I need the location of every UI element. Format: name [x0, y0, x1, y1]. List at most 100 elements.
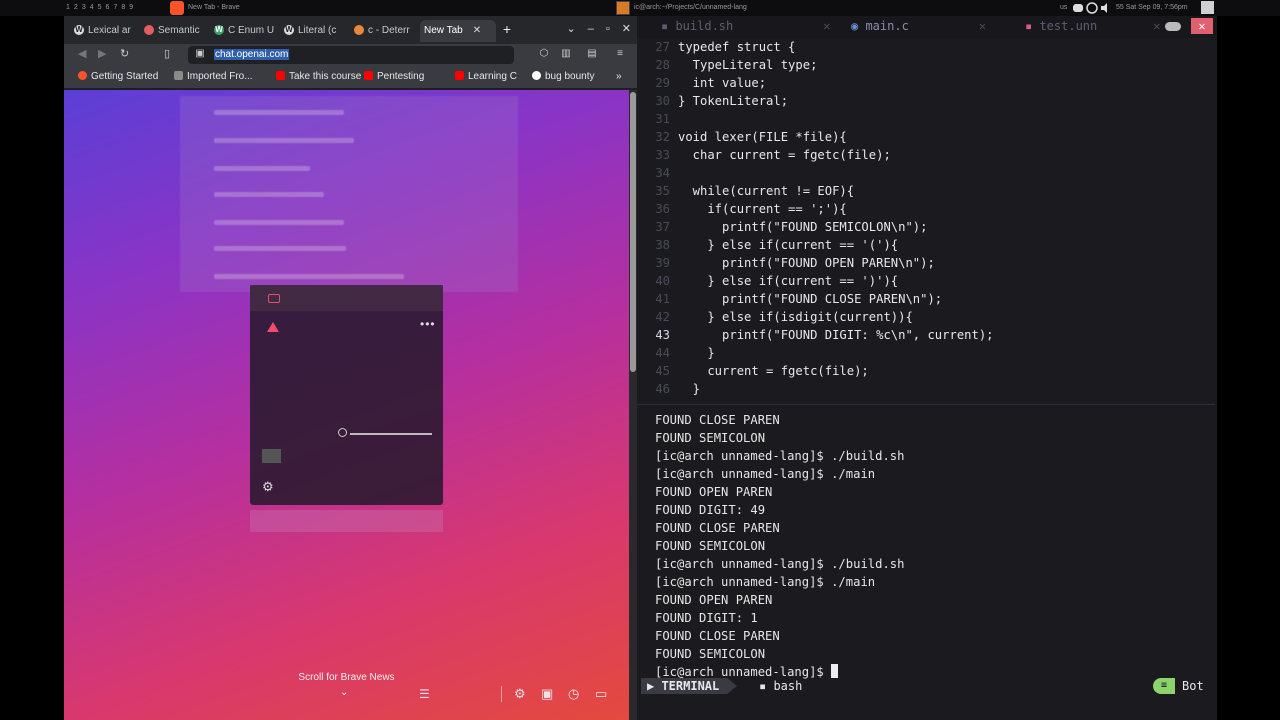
close-tab-icon[interactable]: ✕ — [979, 19, 986, 33]
divider — [501, 686, 502, 702]
code-line: 27 typedef struct { — [637, 38, 795, 56]
more-options-icon[interactable]: ••• — [420, 317, 436, 331]
code-line: 46 } — [637, 380, 700, 398]
gear-icon[interactable]: ⚙ — [262, 479, 274, 495]
new-tab-button[interactable]: + — [500, 22, 514, 36]
workspace-switcher[interactable]: 123456789 — [66, 4, 137, 11]
address-bar[interactable]: chat.openai.com — [188, 46, 514, 64]
line-text: char current = fgetc(file); — [678, 148, 891, 162]
tab-semantic[interactable]: Semantic — [144, 20, 210, 42]
site-info-icon[interactable]: ▣ — [194, 48, 206, 60]
close-window-icon[interactable]: ✕ — [622, 23, 631, 35]
maximize-icon[interactable]: ▫ — [606, 23, 610, 35]
suggestion-item[interactable] — [214, 192, 324, 197]
terminal-line: FOUND SEMICOLON — [655, 539, 766, 553]
editor-tab-test[interactable]: ▪ test.unn ✕ — [1025, 19, 1160, 33]
workspace-7[interactable]: 7 — [113, 4, 120, 11]
file-icon: ▪ — [661, 19, 676, 33]
more-bookmarks-icon[interactable]: » — [616, 71, 622, 82]
editor-tab-build[interactable]: ▪ build.sh ✕ — [661, 19, 830, 33]
line-text: printf("FOUND SEMICOLON\n"); — [678, 220, 928, 234]
line-number: 32 — [655, 130, 670, 144]
pane-divider[interactable] — [637, 404, 1215, 405]
scroll-for-news-label[interactable]: Scroll for Brave News — [64, 672, 629, 683]
keyboard-layout[interactable]: us — [1060, 4, 1067, 11]
suggestion-item[interactable] — [214, 166, 310, 171]
camera-icon[interactable] — [268, 294, 280, 303]
tab-c-enum[interactable]: W C Enum U — [214, 20, 280, 42]
close-tab-icon[interactable]: ✕ — [823, 19, 830, 33]
bookmark-label: Take this course — [289, 71, 362, 82]
bookmark-take-course[interactable]: Take this course — [276, 71, 361, 82]
history-icon[interactable]: ◷ — [568, 686, 579, 702]
terminal-line: FOUND SEMICOLON — [655, 647, 766, 661]
shell-label: bash — [773, 679, 803, 693]
c-icon: W — [214, 25, 224, 36]
workspace-4[interactable]: 4 — [90, 4, 97, 11]
extensions-icon[interactable]: ⬡ — [538, 48, 550, 60]
tab-lexical[interactable]: W Lexical ar — [74, 20, 140, 42]
tab-label: Lexical ar — [88, 25, 131, 36]
workspace-5[interactable]: 5 — [98, 4, 105, 11]
line-text: while(current != EOF){ — [678, 184, 855, 198]
forward-icon[interactable]: ▶ — [98, 47, 106, 60]
workspace-3[interactable]: 3 — [82, 4, 89, 11]
tray-icons[interactable] — [1072, 2, 1112, 14]
neovim-editor: ▪ build.sh ✕ ◉ main.c ✕ ▪ test.unn ✕ ✕ 27 ty… — [637, 16, 1217, 720]
scrollbar-thumb[interactable] — [630, 92, 636, 372]
line-text: } else if(current == '('){ — [678, 238, 899, 252]
reload-icon[interactable]: ↻ — [120, 47, 129, 60]
tab-literal[interactable]: W Literal (c — [284, 20, 350, 42]
talk-icon[interactable]: ▭ — [595, 686, 607, 702]
tab-list-icon[interactable]: ⌄ — [567, 23, 576, 35]
url-text[interactable]: chat.openai.com — [214, 49, 290, 60]
bookmarks-icon[interactable]: ▣ — [541, 686, 553, 702]
line-text: } else if(current == ')'){ — [678, 274, 899, 288]
terminal-line: FOUND CLOSE PAREN — [655, 521, 780, 535]
app-grid-icon[interactable] — [1201, 1, 1214, 14]
workspace-1[interactable]: 1 — [66, 4, 73, 11]
code-line: 36 if(current == ';'){ — [637, 200, 846, 218]
bookmark-pentesting[interactable]: Pentesting — [364, 71, 424, 82]
suggestion-item[interactable] — [214, 110, 344, 115]
wallet-icon[interactable]: ▤ — [586, 48, 598, 60]
workspace-6[interactable]: 6 — [106, 4, 113, 11]
workspace-8[interactable]: 8 — [121, 4, 128, 11]
suggestion-item[interactable] — [214, 246, 346, 251]
toggle-icon[interactable] — [1165, 22, 1181, 31]
sidebar-icon[interactable]: ▥ — [560, 48, 572, 60]
close-tab-icon[interactable]: ✕ — [1153, 19, 1160, 33]
suggestion-item[interactable] — [214, 138, 354, 143]
workspace-2[interactable]: 2 — [74, 4, 81, 11]
page-scrollbar[interactable] — [629, 90, 637, 720]
settings-gear-icon[interactable]: ⚙ — [514, 686, 526, 702]
close-icon[interactable]: ✕ — [1191, 18, 1213, 34]
tab-deterministic[interactable]: c - Deterr — [354, 20, 416, 42]
suggestion-item[interactable] — [214, 220, 344, 225]
code-buffer[interactable]: 27 typedef struct { 28 TypeLiteral type; … — [637, 38, 1217, 402]
close-tab-icon[interactable]: ✕ — [473, 25, 481, 36]
suggestion-item[interactable] — [214, 274, 404, 279]
chevron-down-icon[interactable]: ⌄ — [340, 687, 348, 698]
mode-label: TERMINAL — [661, 679, 720, 693]
back-icon[interactable]: ◀ — [78, 47, 86, 60]
line-number: 30 — [655, 94, 670, 108]
slider-handle[interactable] — [338, 428, 347, 437]
bookmark-label: bug bounty — [545, 71, 595, 82]
terminal-pane[interactable]: FOUND CLOSE PAREN FOUND SEMICOLON [ic@ar… — [637, 408, 1215, 679]
bookmark-getting-started[interactable]: Getting Started — [78, 71, 158, 82]
tab-new-tab[interactable]: New Tab ✕ — [420, 20, 496, 42]
bookmark-bug-bounty[interactable]: bug bounty — [532, 71, 595, 82]
discord-icon — [1073, 4, 1083, 12]
editor-tab-main[interactable]: ◉ main.c ✕ — [851, 19, 986, 33]
menu-icon[interactable]: ≡ — [614, 48, 626, 60]
bookmark-icon[interactable]: ▯ — [164, 47, 170, 60]
workspace-9[interactable]: 9 — [129, 4, 136, 11]
slider-track[interactable] — [350, 433, 432, 435]
line-text: printf("FOUND OPEN PAREN\n"); — [678, 256, 935, 270]
bookmark-imported[interactable]: Imported Fro... — [174, 71, 253, 82]
filters-icon[interactable]: ☰ — [419, 687, 430, 701]
brave-stats-widget: ••• ⚙ — [250, 285, 443, 505]
minimize-icon[interactable]: – — [588, 23, 594, 35]
bookmark-learning-c[interactable]: Learning C — [455, 71, 517, 82]
